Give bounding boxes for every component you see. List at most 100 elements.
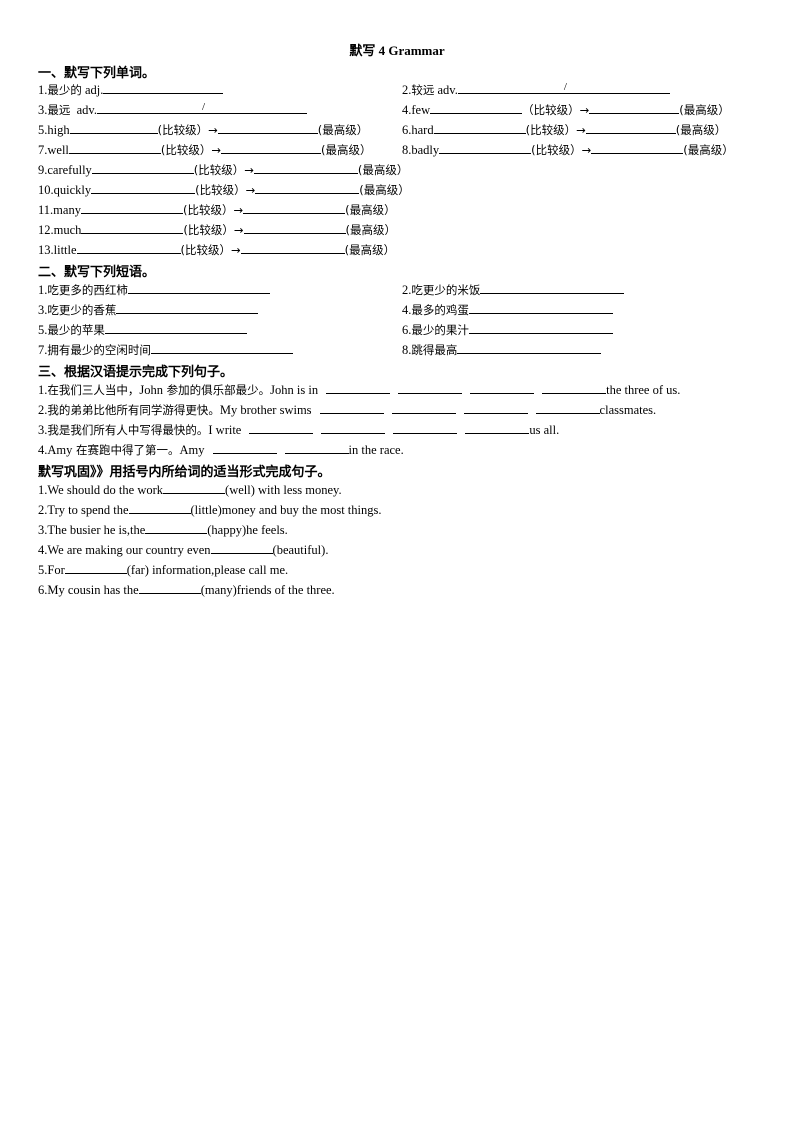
- item-word: little: [53, 243, 77, 257]
- answer-blank[interactable]: [210, 541, 273, 554]
- answer-blank[interactable]: [150, 341, 293, 354]
- comparative-blank[interactable]: [91, 181, 196, 194]
- item-number: 5.: [38, 563, 48, 577]
- comparative-blank[interactable]: [439, 141, 532, 154]
- comparative-blank[interactable]: [76, 241, 181, 254]
- word-item-1: 1.最少的 adj.: [38, 81, 224, 97]
- superlative-blank[interactable]: [243, 221, 346, 234]
- item-word: hard: [411, 123, 434, 137]
- answer-blank[interactable]: [465, 421, 530, 434]
- superlative-blank[interactable]: [221, 141, 322, 154]
- answer-blank[interactable]: [138, 581, 201, 594]
- slash-separator: /: [202, 101, 206, 113]
- answer-blank[interactable]: [163, 481, 226, 494]
- answer-blank[interactable]: [103, 81, 224, 94]
- answer-blank[interactable]: /: [97, 101, 307, 114]
- worksheet-page: 默写 4 Grammar 一、默写下列单词。 1.最少的 adj. 2.较远 a…: [0, 0, 794, 1123]
- item-text-post: friends of the three.: [236, 583, 335, 597]
- answer-blank[interactable]: [145, 521, 208, 534]
- item-word: badly: [411, 143, 440, 157]
- superlative-blank[interactable]: [255, 181, 360, 194]
- item-number: 4.: [38, 443, 48, 457]
- answer-blank[interactable]: [393, 421, 458, 434]
- answer-blank[interactable]: [480, 281, 625, 294]
- answer-blank[interactable]: [457, 341, 602, 354]
- answer-blank[interactable]: [391, 401, 456, 414]
- answer-blank[interactable]: [470, 381, 535, 394]
- comparative-blank[interactable]: [430, 101, 523, 114]
- item-number: 7.: [38, 143, 48, 157]
- item-number: 4.: [402, 103, 412, 117]
- item-text: We should do the work: [47, 483, 164, 497]
- slash-separator: /: [563, 81, 567, 93]
- answer-blank[interactable]: [321, 421, 386, 434]
- answer-blank[interactable]: [127, 281, 270, 294]
- item-word: many: [53, 203, 81, 217]
- superlative-label: (最高级）: [321, 143, 372, 157]
- answer-blank[interactable]: [249, 421, 314, 434]
- item-number: 10.: [38, 183, 54, 197]
- comparative-label: (比较级）→: [157, 123, 218, 137]
- answer-blank[interactable]: /: [457, 81, 670, 94]
- word-item-6: 6.hard (比较级）→ (最高级）: [402, 121, 726, 137]
- answer-blank[interactable]: [463, 401, 528, 414]
- superlative-blank[interactable]: [591, 141, 684, 154]
- item-english: Amy: [179, 443, 205, 457]
- superlative-blank[interactable]: [217, 121, 318, 134]
- superlative-blank[interactable]: [243, 201, 346, 214]
- superlative-blank[interactable]: [240, 241, 345, 254]
- item-hint: (well): [225, 483, 255, 497]
- superlative-label: (最高级）: [683, 143, 734, 157]
- answer-blank[interactable]: [535, 401, 600, 414]
- item-number: 3.: [38, 523, 48, 537]
- superlative-label: (最高级）: [675, 123, 727, 137]
- answer-blank[interactable]: [284, 441, 349, 454]
- word-item-4: 4.few （比较级）→ (最高级）: [402, 101, 730, 117]
- item-text-post: information,please call me.: [148, 563, 289, 577]
- word-item-7: 7.well (比较级）→ (最高级）: [38, 141, 372, 157]
- superlative-blank[interactable]: [589, 101, 680, 114]
- item-chinese: 最多的鸡蛋: [411, 303, 469, 317]
- word-item-12: 12.much (比较级）→ (最高级）: [38, 221, 396, 237]
- comparative-blank[interactable]: [69, 121, 158, 134]
- item-chinese: 最少的果汁: [411, 323, 469, 337]
- comparative-blank[interactable]: [81, 221, 184, 234]
- answer-blank[interactable]: [128, 501, 191, 514]
- item-number: 1.: [38, 283, 48, 297]
- answer-blank[interactable]: [116, 301, 259, 314]
- item-number: 3.: [38, 103, 48, 117]
- sentence-item-2: 2.我的弟弟比他所有同学游得更快。My brother swims classma…: [38, 401, 656, 417]
- sentence-item-4: 4.Amy 在赛跑中得了第一。Amy in the race.: [38, 441, 404, 457]
- superlative-label: (最高级）: [317, 123, 369, 137]
- superlative-blank[interactable]: [253, 161, 358, 174]
- word-item-11: 11.many (比较级）→ (最高级）: [38, 201, 396, 217]
- phrase-item-5: 5.最少的苹果: [38, 321, 247, 337]
- sentence-item-1: 1.在我们三人当中，John 参加的俱乐部最少。John is in the th…: [38, 381, 680, 397]
- item-number: 12.: [38, 223, 54, 237]
- sentence-item-3: 3.我是我们所有人中写得最快的。I write us all.: [38, 421, 559, 437]
- item-number: 1.: [38, 383, 48, 397]
- comparative-blank[interactable]: [433, 121, 526, 134]
- answer-blank[interactable]: [319, 401, 384, 414]
- answer-blank[interactable]: [64, 561, 127, 574]
- answer-blank[interactable]: [326, 381, 391, 394]
- superlative-label: (最高级）: [357, 163, 409, 177]
- word-item-10: 10.quickly (比较级）→ (最高级）: [38, 181, 410, 197]
- answer-blank[interactable]: [398, 381, 463, 394]
- comparative-blank[interactable]: [80, 201, 183, 214]
- item-hint: (happy): [207, 523, 247, 537]
- item-text: Try to spend the: [47, 503, 129, 517]
- item-pos: adv.: [70, 103, 97, 117]
- answer-blank[interactable]: [212, 441, 277, 454]
- answer-blank[interactable]: [542, 381, 607, 394]
- answer-blank[interactable]: [468, 301, 613, 314]
- comparative-blank[interactable]: [91, 161, 194, 174]
- item-chinese: 吃更多的西红柿: [47, 283, 128, 297]
- item-hint: (many): [200, 583, 237, 597]
- comparative-blank[interactable]: [68, 141, 161, 154]
- answer-blank[interactable]: [468, 321, 613, 334]
- phrase-item-7: 7.拥有最少的空闲时间: [38, 341, 293, 357]
- superlative-blank[interactable]: [585, 121, 676, 134]
- practice-item-2: 2.Try to spend the (little)money and buy …: [38, 501, 381, 517]
- answer-blank[interactable]: [104, 321, 247, 334]
